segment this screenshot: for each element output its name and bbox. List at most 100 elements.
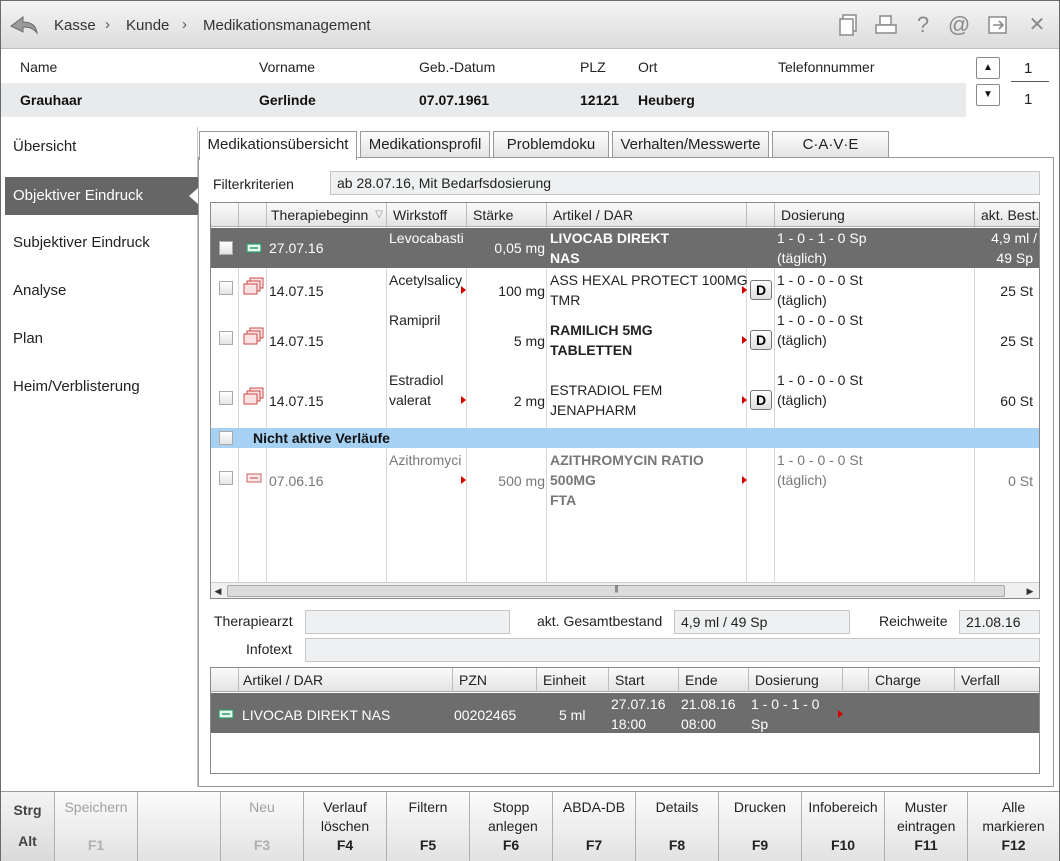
grid-header-wirkstoff[interactable]: Wirkstoff — [387, 203, 467, 227]
neu-button[interactable]: Neu F3 — [221, 792, 304, 861]
row-checkbox[interactable] — [219, 281, 233, 295]
copy-icon[interactable] — [837, 13, 861, 37]
verlauf-loeschen-button[interactable]: Verlauf löschen F4 — [304, 792, 387, 861]
filter-field[interactable]: ab 28.07.16, Mit Bedarfsdosierung — [330, 171, 1040, 195]
bgrid-header-charge[interactable]: Charge — [869, 668, 955, 692]
group-label: Nicht aktive Verläufe — [253, 430, 390, 446]
grid-header-staerke[interactable]: Stärke — [467, 203, 547, 227]
muster-eintragen-button[interactable]: Muster eintragen F11 — [885, 792, 968, 861]
tab-verhalten-messwerte[interactable]: Verhalten/Messwerte — [612, 131, 769, 158]
gesamtbestand-field[interactable]: 4,9 ml / 49 Sp — [674, 610, 850, 634]
alle-markieren-button[interactable]: Alle markieren F12 — [968, 792, 1059, 861]
row-checkbox[interactable] — [219, 331, 233, 345]
grid-header-therapiebeginn[interactable]: Therapiebeginn ▽ — [267, 203, 387, 227]
row-checkbox[interactable] — [219, 471, 233, 485]
table-row[interactable]: 14.07.15 Estradiol valerat 2 mg ESTRADIO… — [211, 368, 1039, 428]
row-staerke: 0,05 mg — [494, 240, 545, 256]
charge-row-artikel: LIVOCAB DIREKT NAS — [242, 707, 391, 723]
bgrid-header-dosierung[interactable]: Dosierung — [749, 668, 843, 692]
reichweite-field[interactable]: 21.08.16 — [959, 610, 1040, 634]
sidebar-item-analyse[interactable]: Analyse — [5, 272, 198, 310]
sidebar-item-subjektiver-eindruck[interactable]: Subjektiver Eindruck — [5, 224, 198, 262]
grid-header-blank — [747, 203, 775, 227]
grid-header-artikel-dar[interactable]: Artikel / DAR — [547, 203, 747, 227]
stopp-anlegen-button[interactable]: Stopp anlegen F6 — [470, 792, 553, 861]
charge-grid: Artikel / DAR PZN Einheit Start Ende Dos… — [210, 667, 1040, 774]
group-row-inactive[interactable]: Nicht aktive Verläufe — [211, 428, 1039, 448]
email-icon[interactable]: @ — [947, 13, 971, 37]
grid-header-checkbox — [211, 203, 239, 227]
row-checkbox[interactable] — [219, 241, 233, 255]
exit-icon[interactable] — [986, 13, 1010, 37]
grid-header-akt-bestand[interactable]: akt. Best. — [975, 203, 1039, 227]
sidebar-item-heim-verblisterung[interactable]: Heim/Verblisterung — [5, 368, 198, 406]
next-customer-button[interactable]: ▼ — [976, 84, 1000, 106]
dosage-d-button[interactable]: D — [750, 390, 772, 410]
sidebar-item-uebersicht[interactable]: Übersicht — [5, 128, 198, 166]
abda-db-button-key: F7 — [585, 837, 603, 853]
infotext-field[interactable] — [305, 638, 1040, 662]
bgrid-header-ende[interactable]: Ende — [679, 668, 749, 692]
red-marker-icon — [838, 710, 843, 718]
row-artikel-line1: AZITHROMYCIN RATIO — [550, 452, 704, 468]
red-marker-icon — [742, 476, 747, 484]
dosage-d-button[interactable]: D — [750, 280, 772, 300]
grid-header-dosierung[interactable]: Dosierung — [775, 203, 975, 227]
details-button[interactable]: Details F8 — [636, 792, 719, 861]
customer-row[interactable]: Grauhaar Gerlinde 07.07.1961 12121 Heube… — [1, 83, 966, 117]
charge-row-start-time: 18:00 — [611, 716, 647, 732]
bgrid-header-start[interactable]: Start — [609, 668, 679, 692]
f2-button[interactable] — [138, 792, 221, 861]
tab-medikationsuebersicht[interactable]: Medikationsübersicht — [199, 131, 357, 160]
breadcrumb-kunde[interactable]: Kunde — [126, 17, 169, 34]
muster-eintragen-button-key: F11 — [914, 837, 938, 853]
row-artikel-line2: JENAPHARM — [550, 402, 637, 418]
scroll-left-icon[interactable]: ◀ — [212, 585, 224, 597]
help-icon[interactable]: ? — [911, 13, 935, 37]
abda-db-button[interactable]: ABDA-DB F7 — [553, 792, 636, 861]
tablet-box-icon — [243, 387, 264, 405]
sidebar-item-plan[interactable]: Plan — [5, 320, 198, 358]
bgrid-header-pzn[interactable]: PZN — [453, 668, 537, 692]
print-icon[interactable] — [874, 13, 898, 37]
back-icon[interactable] — [9, 11, 39, 39]
modifier-keys[interactable]: Strg Alt — [1, 792, 55, 861]
bgrid-header-einheit[interactable]: Einheit — [537, 668, 609, 692]
scroll-thumb[interactable]: ||| — [227, 584, 1005, 597]
charge-table-row[interactable]: LIVOCAB DIREKT NAS 00202465 5 ml 27.07.1… — [211, 693, 1039, 733]
close-icon[interactable]: ✕ — [1025, 13, 1049, 37]
row-dosierung-line2: (täglich) — [777, 250, 827, 266]
filtern-button[interactable]: Filtern F5 — [387, 792, 470, 861]
infobereich-button[interactable]: Infobereich F10 — [802, 792, 885, 861]
row-staerke: 5 mg — [513, 333, 545, 349]
table-row[interactable]: 27.07.16 Levocabasti 0,05 mg LIVOCAB DIR… — [211, 228, 1039, 268]
row-checkbox[interactable] — [219, 391, 233, 405]
row-dosierung-line1: 1 - 0 - 0 - 0 St — [777, 452, 863, 468]
previous-customer-button[interactable]: ▲ — [976, 57, 1000, 79]
abda-db-button-label: ABDA-DB — [562, 799, 626, 815]
tab-cave[interactable]: C·A·V·E — [772, 131, 889, 158]
breadcrumb-kasse[interactable]: Kasse — [54, 17, 96, 34]
bgrid-header-artikel[interactable]: Artikel / DAR — [239, 668, 453, 692]
scroll-right-icon[interactable]: ▶ — [1024, 585, 1036, 597]
row-wirkstoff: Levocabasti — [389, 230, 464, 246]
scroll-thumb-grip: ||| — [614, 584, 618, 593]
horizontal-scrollbar[interactable]: ◀ ||| ▶ — [211, 582, 1039, 598]
row-therapiebeginn: 07.06.16 — [269, 473, 324, 489]
tab-problemdoku[interactable]: Problemdoku — [493, 131, 609, 158]
sidebar-item-objektiver-eindruck[interactable]: Objektiver Eindruck — [5, 177, 198, 215]
grid-header-icon — [239, 203, 267, 227]
therapiearzt-field[interactable] — [305, 610, 510, 634]
row-wirkstoff: Acetylsalicy — [389, 272, 463, 288]
bgrid-header-verfall[interactable]: Verfall — [955, 668, 1039, 692]
tab-medikationsprofil[interactable]: Medikationsprofil — [360, 131, 490, 158]
speichern-button[interactable]: Speichern F1 — [55, 792, 138, 861]
dosage-d-button[interactable]: D — [750, 330, 772, 350]
group-checkbox[interactable] — [219, 431, 233, 445]
drucken-button[interactable]: Drucken F9 — [719, 792, 802, 861]
infotext-label: Infotext — [246, 641, 292, 657]
table-row[interactable]: 14.07.15 Ramipril 5 mg RAMILICH 5MG TABL… — [211, 308, 1039, 368]
neu-button-key: F3 — [253, 837, 271, 853]
table-row[interactable]: 14.07.15 Acetylsalicy 100 mg ASS HEXAL P… — [211, 268, 1039, 308]
table-row-inactive[interactable]: 07.06.16 Azithromyci 500 mg AZITHROMYCIN… — [211, 448, 1039, 508]
